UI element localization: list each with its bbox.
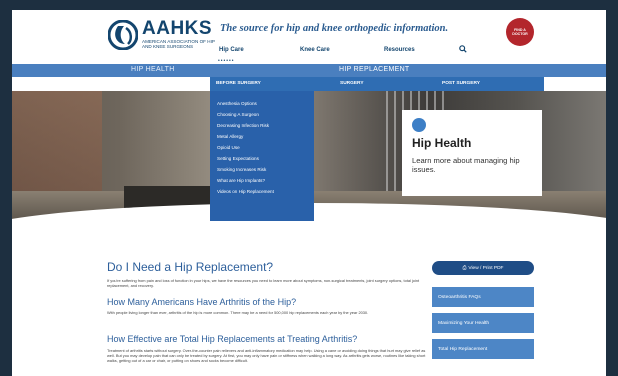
dropdown-item[interactable]: Anesthesia Options (217, 101, 257, 106)
sidebar-link-maximizing-health[interactable]: Maximizing Your Health (432, 313, 534, 333)
page: AAHKS AMERICAN ASSOCIATION OF HIP AND KN… (12, 10, 606, 376)
menu-col-post-surgery[interactable]: POST SURGERY (442, 81, 480, 86)
hero-card-title: Hip Health (412, 136, 472, 150)
nav-knee-care[interactable]: Knee Care (300, 47, 330, 53)
nav-hip-care[interactable]: Hip Care (219, 47, 244, 53)
hero-card-subtitle: Learn more about managing hip issues. (412, 156, 520, 174)
menu-hip-health[interactable]: HIP HEALTH (131, 66, 175, 73)
mega-menu-columns: BEFORE SURGERY SURGERY POST SURGERY (210, 77, 544, 91)
tagline: The source for hip and knee orthopedic i… (220, 23, 449, 34)
hero-card[interactable]: Hip Health Learn more about managing hip… (402, 110, 542, 196)
dropdown-item[interactable]: Decreasing Infection Risk (217, 123, 269, 128)
logo-name: AAHKS (142, 18, 213, 39)
sidebar-link-osteoarthritis[interactable]: Osteoarthritis FAQs (432, 287, 534, 307)
intro-paragraph: If you're suffering from pain and loss o… (107, 278, 420, 288)
print-icon: ⎙ (462, 266, 467, 271)
dropdown-item[interactable]: Videos on Hip Replacement (217, 189, 274, 194)
top-nav: Hip Care Knee Care Resources •••••• (12, 44, 606, 64)
menu-hip-replacement[interactable]: HIP REPLACEMENT (339, 66, 410, 73)
find-a-doctor-button[interactable]: FIND A DOCTOR (506, 18, 534, 46)
section-heading: How Many Americans Have Arthritis of the… (107, 297, 297, 307)
dropdown-item[interactable]: Setting Expectations (217, 156, 259, 161)
print-pdf-button[interactable]: ⎙ View / Print PDF (432, 261, 534, 275)
menu-col-surgery[interactable]: SURGERY (340, 81, 364, 86)
dropdown-item[interactable]: What are Hip Implants? (217, 178, 265, 183)
hero-card-dot-icon (412, 118, 426, 132)
page-title: Do I Need a Hip Replacement? (107, 260, 274, 274)
dropdown-item[interactable]: Choosing A Surgeon (217, 112, 259, 117)
search-icon[interactable] (459, 45, 467, 53)
section-paragraph: Treatment of arthritis starts without su… (107, 348, 426, 363)
menu-col-before-surgery[interactable]: BEFORE SURGERY (216, 81, 261, 86)
section-paragraph: With people living longer than ever, art… (107, 310, 369, 315)
sidebar-link-total-hip[interactable]: Total Hip Replacement (432, 339, 534, 359)
print-pdf-label: View / Print PDF (468, 265, 504, 271)
mega-menu-bar: HIP HEALTH HIP REPLACEMENT (12, 64, 606, 77)
dropdown-item[interactable]: Metal Allergy (217, 134, 243, 139)
dropdown-item[interactable]: Smoking Increases Risk (217, 167, 266, 172)
nav-resources[interactable]: Resources (384, 47, 415, 53)
before-surgery-dropdown: Anesthesia Options Choosing A Surgeon De… (210, 91, 314, 221)
dropdown-item[interactable]: Opioid Use (217, 145, 240, 150)
section-heading: How Effective are Total Hip Replacements… (107, 334, 358, 344)
